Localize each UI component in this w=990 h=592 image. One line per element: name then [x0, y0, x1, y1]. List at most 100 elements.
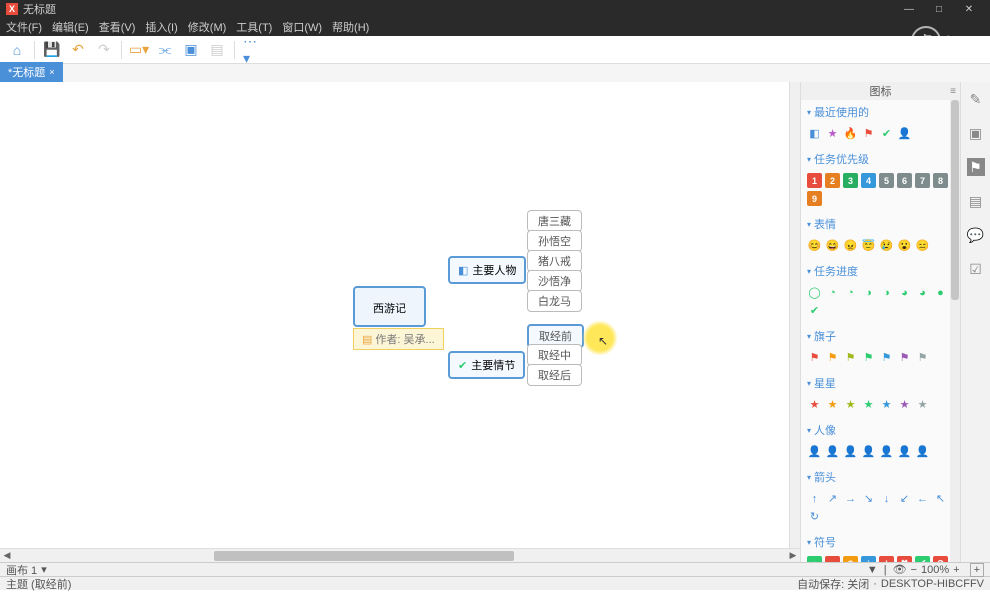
- fire-icon[interactable]: 🔥: [843, 126, 858, 141]
- menu-view[interactable]: 查看(V): [99, 19, 136, 35]
- author-note[interactable]: ▤作者: 吴承...: [353, 328, 444, 350]
- leaf-node[interactable]: 取经中: [527, 344, 582, 366]
- filter-icon[interactable]: ▼: [867, 564, 878, 576]
- scroll-left-icon[interactable]: ◀: [0, 550, 14, 561]
- arrow-refresh-icon[interactable]: ↻: [807, 509, 822, 524]
- star-gray-icon[interactable]: ★: [915, 397, 930, 412]
- progress-62-icon[interactable]: ◕: [897, 285, 912, 300]
- add-sheet-button[interactable]: +: [970, 563, 984, 577]
- vertical-scrollbar[interactable]: [789, 82, 800, 548]
- arrow-upleft-icon[interactable]: ↖: [933, 491, 948, 506]
- image-icon[interactable]: ▣: [967, 124, 985, 142]
- arrow-downright-icon[interactable]: ↘: [861, 491, 876, 506]
- priority-8[interactable]: 8: [933, 173, 948, 188]
- emoji-laugh-icon[interactable]: 😄: [825, 238, 840, 253]
- priority-6[interactable]: 6: [897, 173, 912, 188]
- emoji-cry-icon[interactable]: 😢: [879, 238, 894, 253]
- arrow-right-icon[interactable]: →: [843, 491, 858, 506]
- priority-3[interactable]: 3: [843, 173, 858, 188]
- flag-lime-icon[interactable]: ⚑: [843, 350, 858, 365]
- person-gray-icon[interactable]: 👤: [915, 444, 930, 459]
- flag-green-icon[interactable]: ⚑: [861, 350, 876, 365]
- sheet-menu-icon[interactable]: ▾: [41, 563, 47, 576]
- zoom-level[interactable]: 100%: [921, 564, 949, 576]
- eye-icon[interactable]: 👁: [893, 563, 907, 576]
- brush-icon[interactable]: ✎: [967, 90, 985, 108]
- section-arrows[interactable]: 箭头: [805, 465, 956, 489]
- person-lime-icon[interactable]: 👤: [843, 444, 858, 459]
- root-node[interactable]: 西游记: [353, 286, 426, 327]
- section-priority[interactable]: 任务优先级: [805, 147, 956, 171]
- zoom-out-icon[interactable]: −: [911, 564, 917, 576]
- boundary-icon[interactable]: ▣: [182, 41, 200, 59]
- comments-icon[interactable]: 💬: [967, 226, 985, 244]
- zoom-in-icon[interactable]: +: [953, 564, 959, 576]
- person-red-icon[interactable]: 👤: [807, 444, 822, 459]
- emoji-surprise-icon[interactable]: 😮: [897, 238, 912, 253]
- redo-icon[interactable]: ↷: [95, 41, 113, 59]
- sym-exclaim-icon[interactable]: !: [879, 556, 894, 562]
- tab-close-icon[interactable]: ×: [49, 67, 54, 77]
- maximize-button[interactable]: □: [924, 4, 954, 15]
- star-lime-icon[interactable]: ★: [843, 397, 858, 412]
- flag-purple-icon[interactable]: ⚑: [897, 350, 912, 365]
- minimize-button[interactable]: —: [894, 4, 924, 15]
- section-people[interactable]: 人像: [805, 418, 956, 442]
- scroll-thumb[interactable]: [214, 551, 514, 561]
- undo-icon[interactable]: ↶: [69, 41, 87, 59]
- star-purple-icon[interactable]: ★: [897, 397, 912, 412]
- flag-gray-icon[interactable]: ⚑: [915, 350, 930, 365]
- progress-75-icon[interactable]: ◕: [915, 285, 930, 300]
- person-orange-icon[interactable]: 👤: [825, 444, 840, 459]
- leaf-node[interactable]: 取经后: [527, 364, 582, 386]
- progress-37-icon[interactable]: ◑: [861, 285, 876, 300]
- priority-4[interactable]: 4: [861, 173, 876, 188]
- menu-edit[interactable]: 编辑(E): [52, 19, 89, 35]
- flag-icon[interactable]: ⚑: [861, 126, 876, 141]
- canvas-area[interactable]: 西游记 ▤作者: 吴承... ◧主要人物 ✔主要情节 唐三藏 孙悟空 猪八戒 沙…: [0, 82, 800, 562]
- star-green-icon[interactable]: ★: [861, 397, 876, 412]
- home-icon[interactable]: ⌂: [8, 41, 26, 59]
- link-icon[interactable]: ⫘: [156, 41, 174, 59]
- progress-50-icon[interactable]: ◑: [879, 285, 894, 300]
- progress-12-icon[interactable]: ◔: [825, 285, 840, 300]
- section-symbols[interactable]: 符号: [805, 530, 956, 554]
- priority-1[interactable]: 1: [807, 173, 822, 188]
- arrow-down-icon[interactable]: ↓: [879, 491, 894, 506]
- more-icon[interactable]: ⋯▾: [243, 41, 261, 59]
- section-progress[interactable]: 任务进度: [805, 259, 956, 283]
- arrow-up-icon[interactable]: ↑: [807, 491, 822, 506]
- priority-9[interactable]: 9: [807, 191, 822, 206]
- person-purple-icon[interactable]: 👤: [897, 444, 912, 459]
- priority-2[interactable]: 2: [825, 173, 840, 188]
- sym-minus-icon[interactable]: −: [825, 556, 840, 562]
- progress-100-icon[interactable]: ●: [933, 285, 948, 300]
- panel-settings-icon[interactable]: ≡: [950, 86, 956, 97]
- star-icon[interactable]: ★: [825, 126, 840, 141]
- section-flags[interactable]: 旗子: [805, 324, 956, 348]
- sym-noentry-icon[interactable]: ⊘: [933, 556, 948, 562]
- notes-icon[interactable]: ▤: [967, 192, 985, 210]
- progress-25-icon[interactable]: ◔: [843, 285, 858, 300]
- progress-done-icon[interactable]: ✔: [807, 303, 822, 318]
- sym-info-icon[interactable]: i: [861, 556, 876, 562]
- save-icon[interactable]: 💾: [43, 41, 61, 59]
- leaf-node[interactable]: 沙悟净: [527, 270, 582, 292]
- priority-5[interactable]: 5: [879, 173, 894, 188]
- sym-right-icon[interactable]: ✔: [915, 556, 930, 562]
- leaf-node[interactable]: 白龙马: [527, 290, 582, 312]
- leaf-node[interactable]: 唐三藏: [527, 210, 582, 232]
- person-blue-icon[interactable]: 👤: [879, 444, 894, 459]
- emoji-smile-icon[interactable]: 😊: [807, 238, 822, 253]
- folder-icon[interactable]: ▭▾: [130, 41, 148, 59]
- menu-help[interactable]: 帮助(H): [332, 19, 369, 35]
- sym-wrong-icon[interactable]: ✖: [897, 556, 912, 562]
- emoji-angry-icon[interactable]: 😠: [843, 238, 858, 253]
- flag-orange-icon[interactable]: ⚑: [825, 350, 840, 365]
- progress-0-icon[interactable]: ◯: [807, 285, 822, 300]
- marker-tab-icon[interactable]: ⚑: [967, 158, 985, 176]
- menu-file[interactable]: 文件(F): [6, 19, 42, 35]
- section-emoji[interactable]: 表情: [805, 212, 956, 236]
- branch-characters[interactable]: ◧主要人物: [448, 256, 526, 284]
- section-stars[interactable]: 星星: [805, 371, 956, 395]
